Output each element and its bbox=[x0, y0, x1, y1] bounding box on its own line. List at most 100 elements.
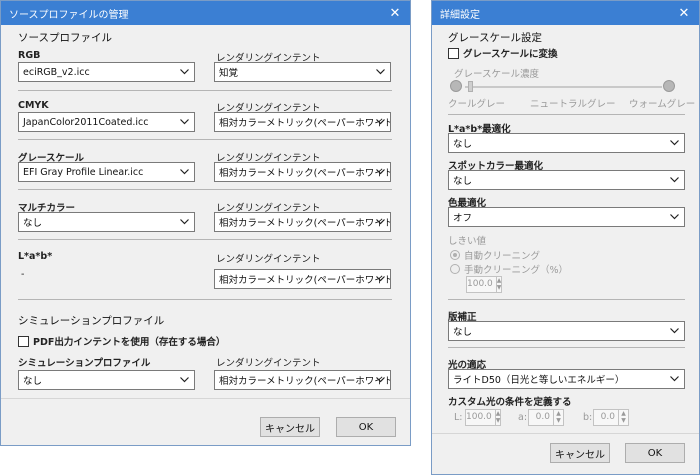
pdf-output-intent-label: PDF出力インテントを使用（存在する場合） bbox=[33, 337, 226, 348]
lab-intent-label: レンダリングインテント bbox=[216, 254, 321, 265]
stepper-down-icon[interactable]: ▼ bbox=[497, 285, 502, 293]
divider bbox=[18, 139, 392, 140]
grayscale-profile-value: EFI Gray Profile Linear.icc bbox=[23, 166, 144, 178]
footer-divider bbox=[432, 433, 699, 434]
cmyk-intent-select[interactable]: 相対カラーメトリック(ペーパーホワイトなし) bbox=[214, 112, 391, 132]
gray-density-slider-track[interactable] bbox=[465, 86, 662, 88]
light-select[interactable]: ライトD50（日光と等しいエネルギー） bbox=[448, 369, 685, 389]
gray-convert-checkbox[interactable]: グレースケールに変換 bbox=[448, 46, 558, 60]
multicolor-intent-select[interactable]: 相対カラーメトリック(ペーパーホワイトなし) bbox=[214, 212, 391, 232]
chevron-down-icon bbox=[669, 174, 679, 186]
manual-clean-radio[interactable]: 手動クリーニング（%） bbox=[450, 262, 568, 276]
gray-section-title: グレースケール設定 bbox=[448, 32, 542, 44]
divider bbox=[18, 299, 392, 300]
chevron-down-icon bbox=[375, 216, 385, 228]
gray-density-label: グレースケール濃度 bbox=[454, 69, 540, 80]
source-profile-dialog: ソースプロファイルの管理 ✕ ソースプロファイル RGB レンダリングインテント… bbox=[0, 0, 411, 446]
chevron-down-icon bbox=[375, 116, 385, 128]
chevron-down-icon bbox=[375, 374, 385, 386]
simulation-profile-label: シミュレーションプロファイル bbox=[18, 358, 151, 369]
dialog-title: 詳細設定 bbox=[440, 9, 480, 21]
simulation-profile-select[interactable]: なし bbox=[18, 370, 195, 390]
divider bbox=[448, 347, 685, 348]
simulation-profile-value: なし bbox=[23, 376, 43, 387]
b-stepper[interactable]: 0.0 ▲ ▼ bbox=[593, 409, 629, 426]
cool-gray-knob bbox=[450, 80, 462, 92]
divider bbox=[448, 299, 685, 300]
lab-opt-value: なし bbox=[453, 139, 473, 150]
close-icon[interactable]: ✕ bbox=[384, 3, 406, 23]
plate-select[interactable]: なし bbox=[448, 321, 685, 341]
cancel-button[interactable]: キャンセル bbox=[550, 443, 610, 463]
ok-button[interactable]: OK bbox=[336, 417, 396, 437]
a-stepper[interactable]: 0.0 ▲ ▼ bbox=[528, 409, 564, 426]
chevron-down-icon bbox=[179, 216, 189, 228]
lab-opt-select[interactable]: なし bbox=[448, 133, 685, 153]
rgb-intent-select[interactable]: 知覚 bbox=[214, 62, 391, 82]
section-title: ソースプロファイル bbox=[18, 32, 112, 44]
manual-clean-stepper[interactable]: 100.0 ▲ ▼ bbox=[466, 276, 502, 293]
close-icon[interactable]: ✕ bbox=[673, 3, 695, 23]
simulation-section-title: シミュレーションプロファイル bbox=[18, 315, 165, 327]
multicolor-profile-select[interactable]: なし bbox=[18, 212, 195, 232]
auto-clean-label: 自動クリーニング bbox=[464, 251, 541, 262]
rgb-profile-select[interactable]: eciRGB_v2.icc bbox=[18, 62, 195, 82]
warm-gray-label: ウォームグレー bbox=[629, 99, 696, 110]
advanced-settings-dialog: 詳細設定 ✕ グレースケール設定 グレースケールに変換 グレースケール濃度 クー… bbox=[431, 0, 700, 475]
chevron-down-icon bbox=[375, 273, 385, 285]
a-label: a: bbox=[518, 412, 528, 423]
b-value: 0.0 bbox=[600, 412, 615, 422]
cmyk-profile-select[interactable]: JapanColor2011Coated.icc bbox=[18, 112, 195, 132]
chevron-down-icon bbox=[179, 166, 189, 178]
chevron-down-icon bbox=[669, 373, 679, 385]
lab-intent-select[interactable]: 相対カラーメトリック(ペーパーホワイトなし) bbox=[214, 269, 391, 289]
footer-divider bbox=[1, 398, 410, 399]
chevron-down-icon bbox=[669, 137, 679, 149]
chevron-down-icon bbox=[179, 116, 189, 128]
chevron-down-icon bbox=[669, 211, 679, 223]
divider bbox=[448, 114, 685, 115]
auto-clean-radio[interactable]: 自動クリーニング bbox=[450, 248, 540, 262]
stepper-down-icon[interactable]: ▼ bbox=[554, 418, 563, 426]
chevron-down-icon bbox=[669, 325, 679, 337]
light-value: ライトD50（日光と等しいエネルギー） bbox=[453, 375, 625, 386]
checkbox-box[interactable] bbox=[448, 47, 459, 59]
L-label: L: bbox=[454, 412, 463, 423]
rgb-profile-value: eciRGB_v2.icc bbox=[23, 66, 90, 78]
pdf-output-intent-checkbox[interactable]: PDF出力インテントを使用（存在する場合） bbox=[18, 334, 225, 348]
radio-button[interactable] bbox=[450, 264, 460, 274]
stepper-down-icon[interactable]: ▼ bbox=[619, 418, 628, 426]
titlebar: 詳細設定 ✕ bbox=[432, 1, 699, 25]
radio-button[interactable] bbox=[450, 250, 460, 260]
manual-clean-label: 手動クリーニング（%） bbox=[464, 265, 569, 276]
cancel-button[interactable]: キャンセル bbox=[260, 417, 320, 437]
rgb-intent-value: 知覚 bbox=[219, 68, 239, 79]
rgb-label: RGB bbox=[18, 50, 41, 61]
multicolor-intent-value: 相対カラーメトリック(ペーパーホワイトなし) bbox=[219, 218, 391, 229]
spot-opt-select[interactable]: なし bbox=[448, 170, 685, 190]
divider bbox=[18, 90, 392, 91]
simulation-intent-label: レンダリングインテント bbox=[216, 358, 321, 369]
simulation-intent-value: 相対カラーメトリック(ペーパーホワイトなし) bbox=[219, 376, 391, 387]
neutral-gray-label: ニュートラルグレー bbox=[530, 99, 616, 110]
gray-density-slider-thumb[interactable] bbox=[468, 81, 473, 92]
lab-label: L*a*b* bbox=[18, 251, 53, 262]
chevron-down-icon bbox=[179, 66, 189, 78]
cmyk-intent-value: 相対カラーメトリック(ペーパーホワイトなし) bbox=[219, 118, 391, 129]
cmyk-profile-value: JapanColor2011Coated.icc bbox=[23, 116, 149, 128]
simulation-intent-select[interactable]: 相対カラーメトリック(ペーパーホワイトなし) bbox=[214, 370, 391, 390]
plate-value: なし bbox=[453, 327, 473, 338]
manual-clean-value: 100.0 bbox=[467, 279, 493, 289]
grayscale-intent-value: 相対カラーメトリック(ペーパーホワイトなし) bbox=[219, 168, 391, 179]
titlebar: ソースプロファイルの管理 ✕ bbox=[1, 1, 410, 25]
L-value: 100.0 bbox=[466, 412, 492, 422]
L-stepper[interactable]: 100.0 ▲ ▼ bbox=[465, 409, 501, 426]
color-opt-value: オフ bbox=[453, 213, 473, 224]
color-opt-select[interactable]: オフ bbox=[448, 207, 685, 227]
chevron-down-icon bbox=[375, 166, 385, 178]
grayscale-profile-select[interactable]: EFI Gray Profile Linear.icc bbox=[18, 162, 195, 182]
ok-button[interactable]: OK bbox=[625, 443, 685, 463]
checkbox-box[interactable] bbox=[18, 335, 29, 347]
grayscale-intent-select[interactable]: 相対カラーメトリック(ペーパーホワイトなし) bbox=[214, 162, 391, 182]
stepper-down-icon[interactable]: ▼ bbox=[496, 418, 501, 426]
